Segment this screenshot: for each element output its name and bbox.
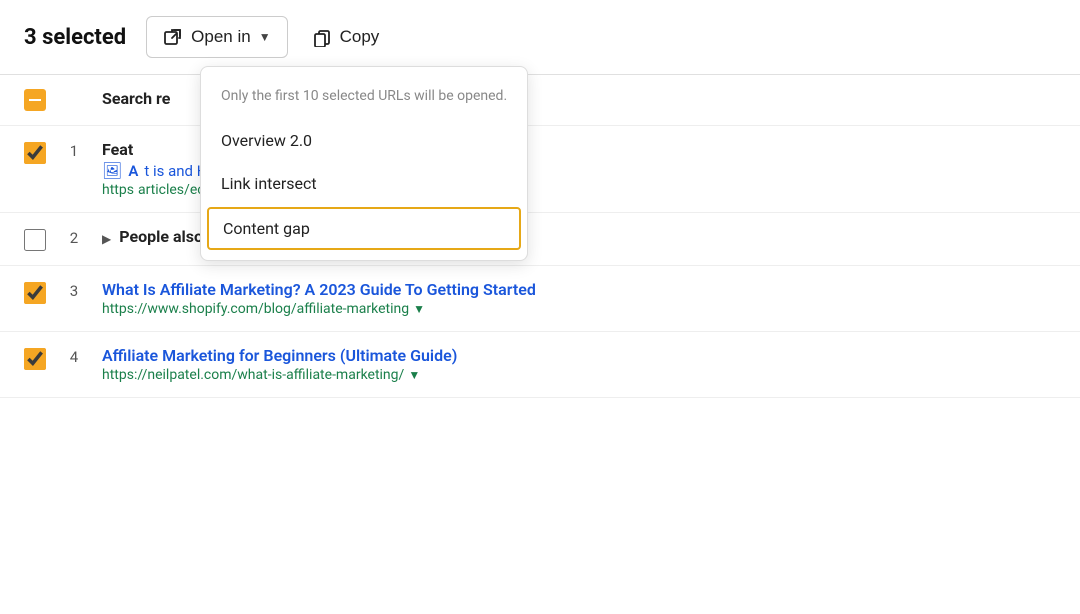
row-3-number: 3 [62,282,86,300]
chevron-down-icon: ▼ [259,30,271,44]
row-3-content: What Is Affiliate Marketing? A 2023 Guid… [102,280,1056,317]
row-3-url-dropdown-icon[interactable]: ▼ [413,302,425,316]
row-1-title: Feat [102,140,133,159]
row-2-checkbox[interactable] [24,229,46,251]
expand-icon[interactable]: ▶ [102,232,111,246]
row-3-url[interactable]: https://www.shopify.com/blog/affiliate-m… [102,301,409,317]
table-row-1: 1 Feat 🖼 A t is and How to Get Started h… [0,126,1080,213]
copy-icon [312,27,332,47]
row-1-snippet-icon: 🖼 [102,161,122,180]
row-1-checkbox[interactable] [24,142,46,164]
table-row-header: Search re [0,75,1080,126]
table-row-4: 4 Affiliate Marketing for Beginners (Ult… [0,332,1080,398]
dropdown-item-link-intersect[interactable]: Link intersect [201,162,527,205]
open-in-icon [163,27,183,47]
select-all-checkbox[interactable] [24,89,46,111]
table-row-3: 3 What Is Affiliate Marketing? A 2023 Gu… [0,266,1080,332]
row-1-number: 1 [62,142,86,160]
dropdown-item-overview[interactable]: Overview 2.0 [201,119,527,162]
results-table: Search re 1 Feat 🖼 A t is and How to Get… [0,75,1080,398]
row-3-checkbox[interactable] [24,282,46,304]
row-1-url[interactable]: https [102,182,134,198]
toolbar: 3 selected Open in ▼ Copy Only the first… [0,0,1080,75]
table-row-2: 2 ▶ People also ask [0,213,1080,266]
row-4-url-dropdown-icon[interactable]: ▼ [408,368,420,382]
row-2-number: 2 [62,229,86,247]
open-in-button[interactable]: Open in ▼ [146,16,287,58]
open-in-dropdown: Only the first 10 selected URLs will be … [200,66,528,261]
row-4-url[interactable]: https://neilpatel.com/what-is-affiliate-… [102,367,404,383]
header-title: Search re [102,89,170,108]
copy-button[interactable]: Copy [300,17,392,57]
row-4-content: Affiliate Marketing for Beginners (Ultim… [102,346,1056,383]
dropdown-item-content-gap[interactable]: Content gap [207,207,521,250]
open-in-label: Open in [191,27,251,47]
row-3-title-link[interactable]: What Is Affiliate Marketing? A 2023 Guid… [102,280,1056,299]
row-4-title-link[interactable]: Affiliate Marketing for Beginners (Ultim… [102,346,1056,365]
minus-icon [29,99,41,101]
selected-count: 3 selected [24,25,126,50]
copy-label: Copy [340,27,380,47]
row-4-number: 4 [62,348,86,366]
dropdown-hint: Only the first 10 selected URLs will be … [201,75,527,119]
row-1-snippet-letter: A [128,162,138,180]
row-4-checkbox[interactable] [24,348,46,370]
